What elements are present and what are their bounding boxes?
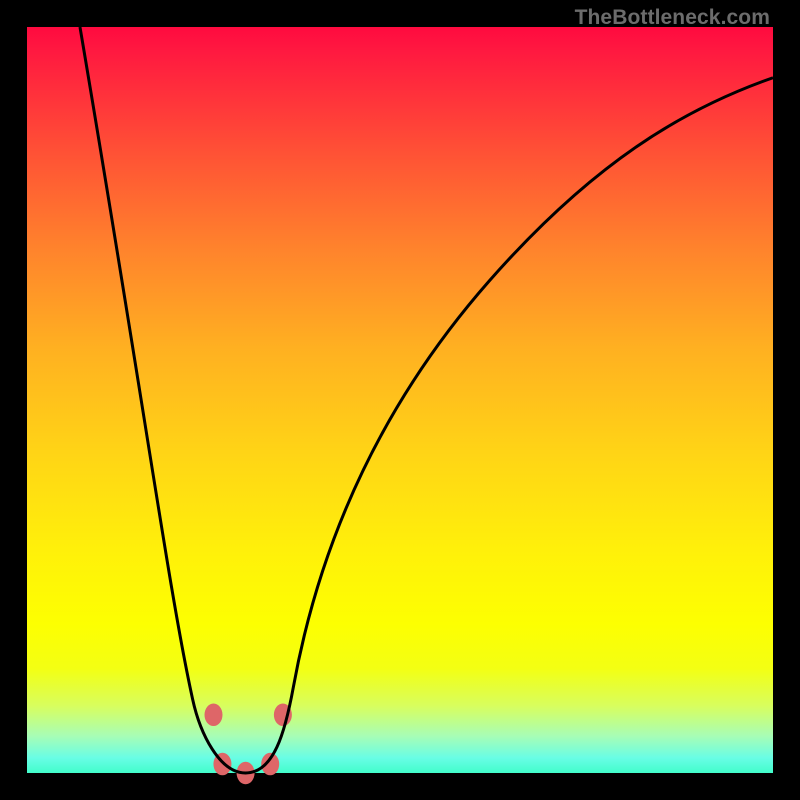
bottleneck-curve	[80, 27, 773, 773]
bottleneck-curve-plot	[27, 27, 773, 773]
curve-marker	[205, 704, 223, 727]
